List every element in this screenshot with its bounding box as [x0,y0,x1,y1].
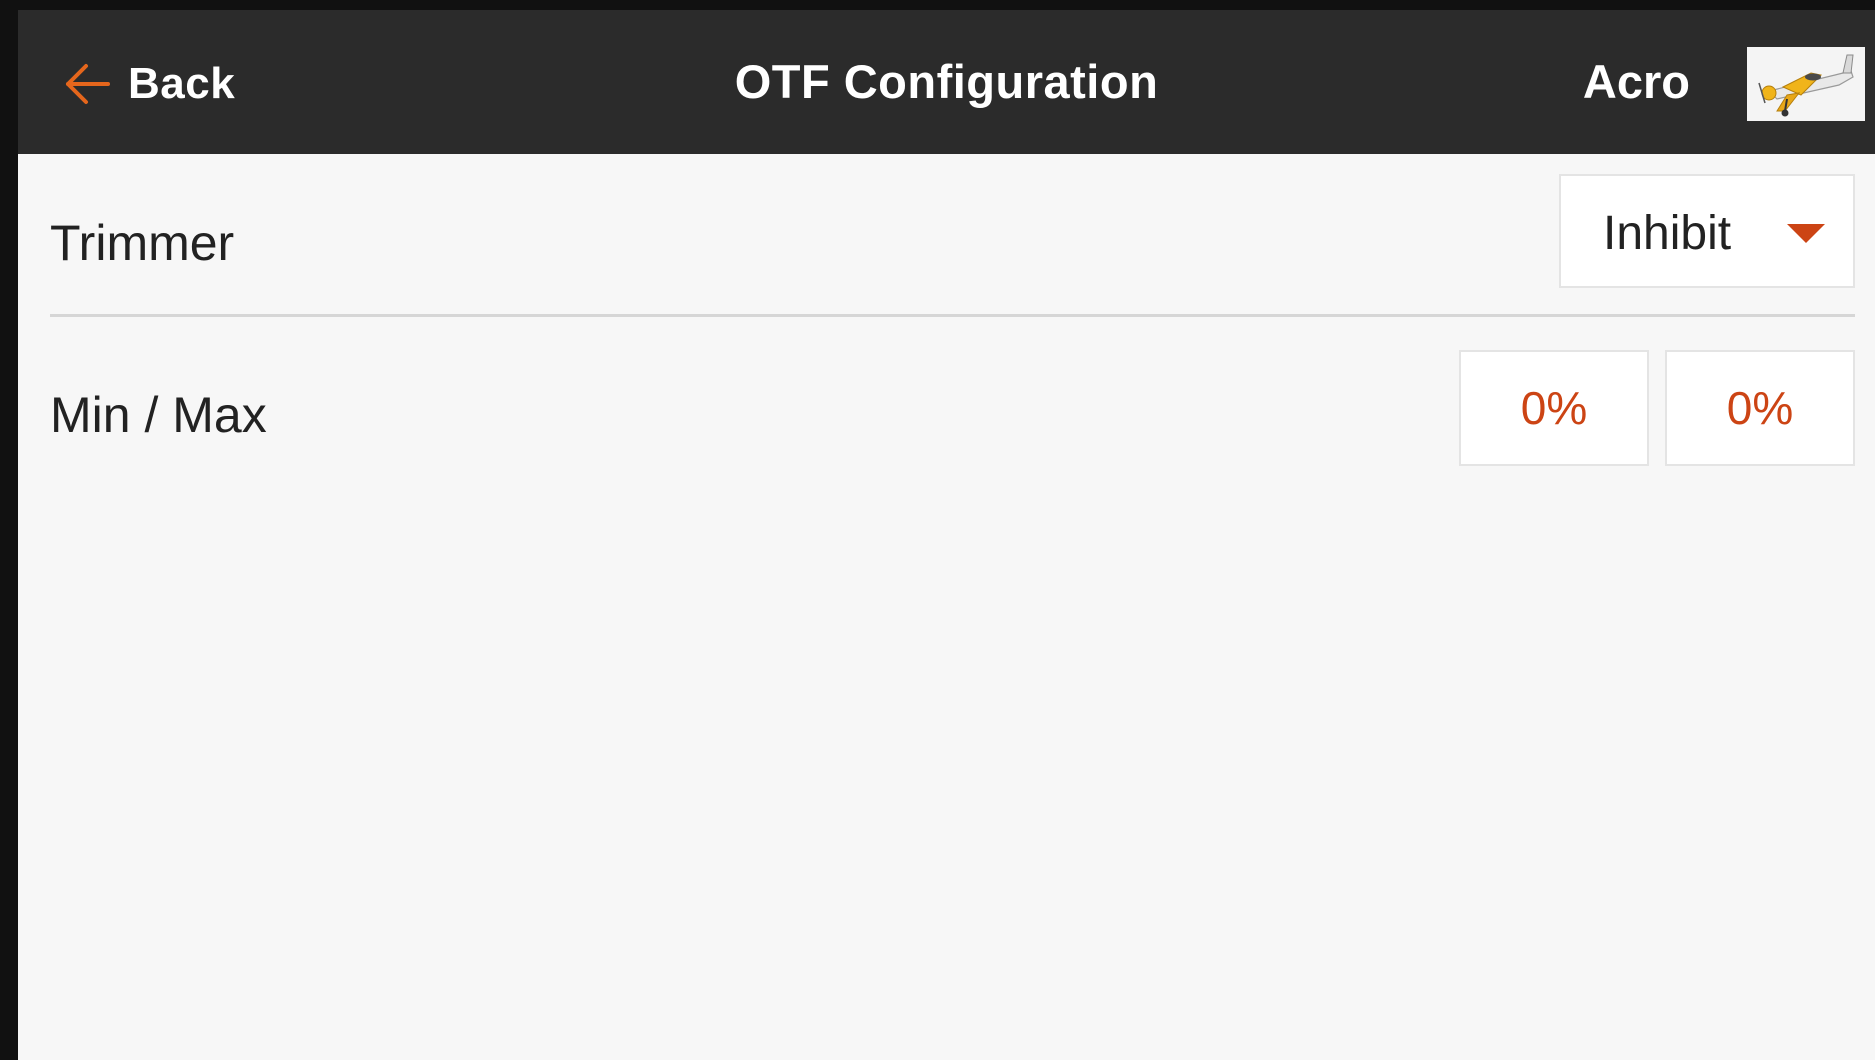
min-value-field[interactable]: 0% [1459,350,1649,466]
max-value-field[interactable]: 0% [1665,350,1855,466]
model-name[interactable]: Acro [1583,10,1690,154]
caret-down-icon [1787,224,1825,243]
screen-frame: Back OTF Configuration Acro Trimmer Inhi… [0,0,1875,1060]
back-label: Back [128,59,236,108]
min-max-label: Min / Max [50,387,267,443]
arrow-left-icon [62,58,114,110]
back-button[interactable]: Back [62,48,235,120]
trimmer-selected-value: Inhibit [1603,207,1732,260]
trimmer-row: Trimmer Inhibit [50,162,1855,317]
trimmer-dropdown[interactable]: Inhibit [1559,174,1855,288]
airplane-icon[interactable] [1747,47,1865,121]
min-max-row: Min / Max 0% 0% [50,340,1855,470]
trimmer-label: Trimmer [50,215,235,271]
header-bar: Back OTF Configuration Acro [18,10,1875,154]
